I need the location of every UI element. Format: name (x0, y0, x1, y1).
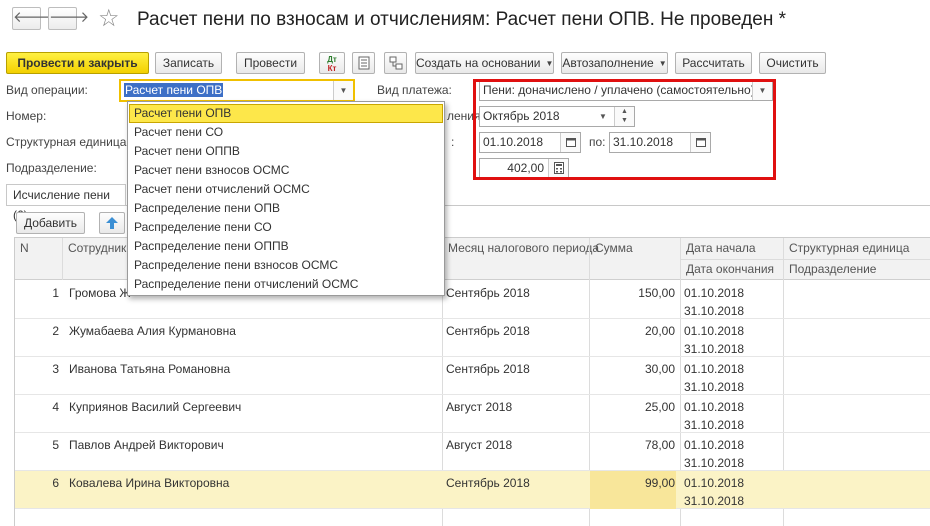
list-icon (358, 56, 369, 70)
table-row[interactable]: 6 Ковалева Ирина Викторовна Сентябрь 2018 9… (15, 471, 930, 509)
dropdown-item[interactable]: Расчет пени ОПВ (129, 104, 443, 123)
row-number: 6 (52, 476, 59, 490)
autofill-button[interactable]: Автозаполнение ▼ (561, 52, 668, 74)
number-label: Номер: (6, 109, 47, 123)
row-number: 4 (52, 400, 59, 414)
header-sum[interactable]: Сумма (590, 238, 633, 258)
list-button[interactable] (352, 52, 375, 74)
table-row[interactable]: 2 Жумабаева Алия Курмановна Сентябрь 2018 2… (15, 319, 930, 357)
operation-type-label: Вид операции: (6, 83, 88, 97)
dropdown-item[interactable]: Распределение пени СО (129, 218, 443, 237)
dropdown-item[interactable]: Распределение пени отчислений ОСМС (129, 275, 443, 294)
row-sum: 150,00 (638, 286, 675, 300)
row-date-start: 01.10.2018 (684, 476, 745, 490)
row-month: Сентябрь 2018 (446, 362, 530, 376)
payment-type-label: Вид платежа: (377, 83, 452, 97)
header-date-start[interactable]: Дата начала (681, 238, 756, 258)
up-arrow-icon (106, 217, 118, 229)
row-employee: Куприянов Василий Сергеевич (69, 400, 242, 414)
table-row[interactable]: 3 Иванова Татьяна Романовна Сентябрь 2018 3… (15, 357, 930, 395)
table-row[interactable]: 5 Павлов Андрей Викторович Август 2018 78,0… (15, 433, 930, 471)
row-date-start: 01.10.2018 (684, 324, 745, 338)
row-sum: 25,00 (644, 400, 675, 414)
highlight-frame (473, 79, 776, 180)
row-month: Август 2018 (446, 400, 513, 414)
forward-button[interactable]: 🡒 (48, 7, 89, 30)
dt-kt-button[interactable]: Дт Кт (319, 52, 345, 74)
add-row-button[interactable]: Добавить (16, 212, 85, 234)
dropdown-item[interactable]: Распределение пени ОПВ (129, 199, 443, 218)
row-employee: Жумабаева Алия Курмановна (69, 324, 236, 338)
row-month: Сентябрь 2018 (446, 324, 530, 338)
row-number: 1 (52, 286, 59, 300)
favorite-star-icon[interactable]: ☆ (98, 4, 120, 33)
post-button[interactable]: Провести (236, 52, 305, 74)
structure-icon (389, 56, 402, 70)
operation-type-value: Расчет пени ОПВ (124, 83, 224, 97)
row-date-end: 31.10.2018 (684, 494, 745, 508)
clear-button[interactable]: Очистить (759, 52, 826, 74)
operation-type-dropdown[interactable]: Расчет пени ОПВ Расчет пени СО Расчет пени… (127, 101, 445, 296)
row-date-start: 01.10.2018 (684, 362, 745, 376)
operation-type-select[interactable]: Расчет пени ОПВ ▼ (119, 79, 355, 102)
dropdown-caret-icon: ▼ (545, 59, 554, 68)
post-and-close-button[interactable]: Провести и закрыть (6, 52, 149, 74)
division-label: Подразделение: (6, 161, 97, 175)
row-employee: Иванова Татьяна Романовна (69, 362, 231, 376)
row-sum: 30,00 (644, 362, 675, 376)
header-struct-unit[interactable]: Структурная единица (784, 238, 909, 258)
row-month: Август 2018 (446, 438, 513, 452)
tab-penalty-calculation[interactable]: Исчисление пени (6) (6, 184, 126, 222)
row-date-start: 01.10.2018 (684, 286, 745, 300)
date-from-label: : (451, 135, 455, 149)
row-employee: Павлов Андрей Викторович (69, 438, 224, 452)
row-number: 2 (52, 324, 59, 338)
dt-kt-icon: Дт Кт (327, 55, 337, 73)
structure-button[interactable] (384, 52, 407, 74)
header-division[interactable]: Подразделение (784, 259, 876, 279)
row-date-start: 01.10.2018 (684, 438, 745, 452)
create-based-on-button[interactable]: Создать на основании ▼ (415, 52, 554, 74)
dropdown-caret-icon: ▼ (658, 59, 667, 68)
header-date-end[interactable]: Дата окончания (681, 259, 774, 279)
row-month: Сентябрь 2018 (446, 476, 530, 490)
row-sum: 99,00 (644, 476, 675, 490)
save-button[interactable]: Записать (155, 52, 222, 74)
create-based-on-label: Создать на основании (416, 56, 541, 70)
row-sum: 78,00 (644, 438, 675, 452)
autofill-label: Автозаполнение (562, 56, 654, 70)
structural-unit-label: Структурная единица: (6, 135, 130, 149)
calculate-button[interactable]: Рассчитать (675, 52, 752, 74)
header-n[interactable]: N (15, 238, 29, 258)
header-employee[interactable]: Сотрудник (63, 238, 126, 258)
back-button[interactable]: 🡐 (12, 7, 53, 30)
row-number: 3 (52, 362, 59, 376)
row-month: Сентябрь 2018 (446, 286, 530, 300)
forward-arrow-icon: 🡒 (49, 9, 90, 26)
table-row[interactable]: 4 Куприянов Василий Сергеевич Август 2018 2… (15, 395, 930, 433)
row-employee: Громова Ж (69, 286, 131, 300)
dropdown-item[interactable]: Расчет пени взносов ОСМС (129, 161, 443, 180)
dropdown-item[interactable]: Расчет пени ОППВ (129, 142, 443, 161)
dropdown-item[interactable]: Расчет пени отчислений ОСМС (129, 180, 443, 199)
page-title: Расчет пени по взносам и отчислениям: Ра… (137, 9, 787, 30)
row-date-start: 01.10.2018 (684, 400, 745, 414)
dropdown-arrow-icon[interactable]: ▼ (333, 81, 353, 100)
move-up-button[interactable] (99, 212, 125, 234)
row-number: 5 (52, 438, 59, 452)
dropdown-item[interactable]: Расчет пени СО (129, 123, 443, 142)
header-month[interactable]: Месяц налогового периода (443, 238, 599, 258)
dropdown-item[interactable]: Распределение пени взносов ОСМС (129, 256, 443, 275)
row-employee: Ковалева Ирина Викторовна (69, 476, 230, 490)
row-sum: 20,00 (644, 324, 675, 338)
dropdown-item[interactable]: Распределение пени ОППВ (129, 237, 443, 256)
